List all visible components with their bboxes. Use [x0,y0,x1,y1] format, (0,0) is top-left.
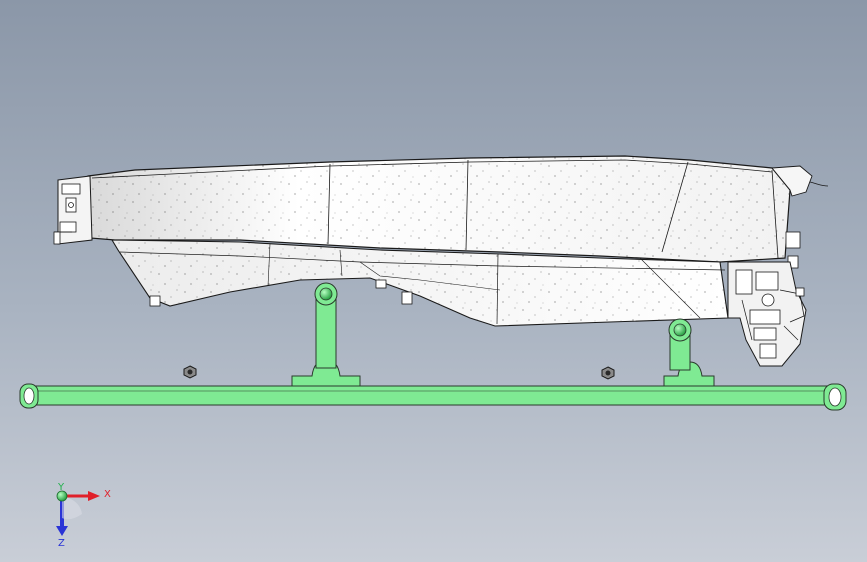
lamp-housing[interactable] [53,155,829,367]
z-axis-arrow-icon [56,526,68,536]
left-end-connector[interactable] [53,175,93,245]
hex-nut-icon[interactable] [601,366,615,380]
assembly-drawing[interactable]: X Y Z [0,0,867,562]
mounting-tab[interactable] [401,291,413,305]
support-post-right[interactable] [663,318,715,387]
mounting-tab[interactable] [149,295,161,307]
mounting-tab[interactable] [375,279,387,289]
roller-icon[interactable] [19,383,39,409]
x-axis-label: X [104,489,111,500]
roller-icon[interactable] [823,383,847,411]
z-axis-label: Z [58,538,65,549]
triad-icon: X Y Z [56,482,111,549]
support-post-left[interactable] [291,282,361,387]
y-axis-label: Y [57,482,65,493]
hex-nut-icon[interactable] [183,365,197,379]
cad-viewport[interactable]: X Y Z [0,0,867,562]
base-rail[interactable] [35,385,837,406]
x-axis-arrow-icon [88,491,100,501]
adjuster-mechanism[interactable] [727,261,807,367]
